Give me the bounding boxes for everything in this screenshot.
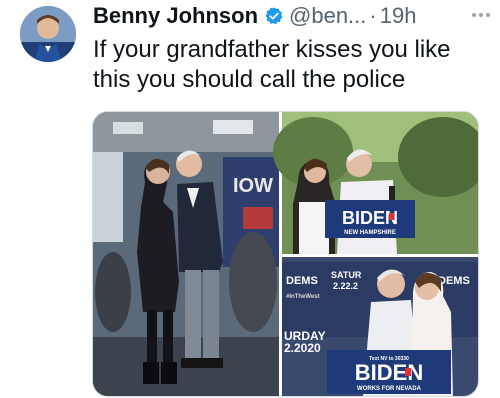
avatar-image <box>20 6 76 62</box>
backdrop-hashtag: #InTheWest <box>286 294 320 300</box>
backdrop-date: 2.22.2 <box>333 281 358 291</box>
photo-bottom-right[interactable]: DEMS SATUR 2.22.2 DEMS #InTheWest URDAY … <box>282 257 478 396</box>
photo-top-right[interactable]: BIDEN NEW HAMPSHIRE <box>273 112 478 254</box>
sign-main-text: BIDEN <box>355 360 423 385</box>
sign-sub-text: WORKS FOR NEVADA <box>357 386 422 392</box>
wall-text: IOW <box>233 175 273 197</box>
backdrop-dems-left: DEMS <box>286 275 318 287</box>
tweet-timestamp[interactable]: 19h <box>380 3 417 29</box>
author-name[interactable]: Benny Johnson <box>93 3 258 29</box>
verified-badge-icon <box>264 6 284 26</box>
backdrop-saturday: SATUR <box>331 270 362 280</box>
separator-dot: · <box>369 3 377 28</box>
backdrop-year: 2.2020 <box>284 341 321 355</box>
photo-left[interactable]: IOW <box>93 112 279 396</box>
tweet-media[interactable]: IOW BIDEN NEW HAMPSHIRE DEMS SATUR 2.22.… <box>92 111 479 397</box>
tweet-text: If your grandfather kisses you like this… <box>93 36 451 93</box>
sign-sub-text: NEW HAMPSHIRE <box>344 230 396 236</box>
more-options-icon[interactable] <box>470 8 496 24</box>
author-handle[interactable]: @ben... <box>289 3 366 29</box>
tweet-header: Benny Johnson @ben... · 19h <box>93 1 416 31</box>
avatar[interactable] <box>20 6 76 62</box>
backdrop-dems-right: DEMS <box>438 275 470 287</box>
